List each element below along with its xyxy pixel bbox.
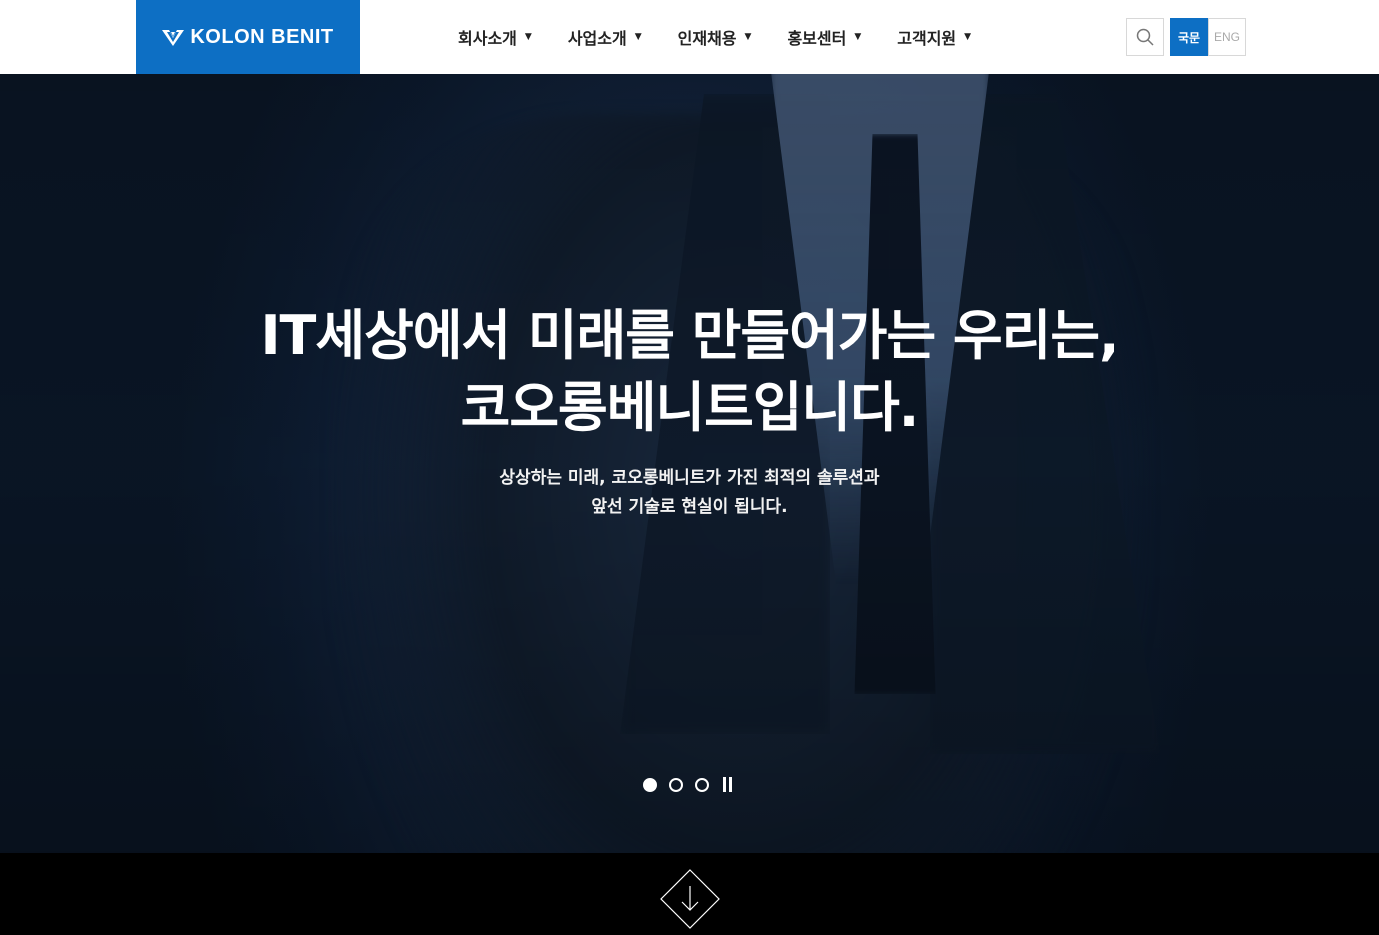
nav-item-business[interactable]: 사업소개 ▼ <box>550 0 660 74</box>
nav-item-label: 고객지원 <box>897 29 957 48</box>
scroll-down-button[interactable] <box>660 869 720 929</box>
caret-down-icon: ▼ <box>964 32 972 42</box>
hero-title-line1: IT세상에서 미래를 만들어가는 우리는, <box>260 304 1119 367</box>
logo-text: KOLON BENIT <box>190 25 334 48</box>
bottom-bar <box>0 853 1379 935</box>
site-header: KOLON BENIT 회사소개 ▼ 사업소개 ▼ 인재채용 ▼ 홍보센터 ▼ … <box>0 0 1379 74</box>
nav-item-recruit[interactable]: 인재채용 ▼ <box>660 0 770 74</box>
hero-subtitle-line1: 상상하는 미래, 코오롱베니트가 가진 최적의 솔루션과 <box>499 468 880 488</box>
slide-dot-1[interactable] <box>643 777 657 792</box>
search-icon <box>1136 28 1154 46</box>
logo[interactable]: KOLON BENIT <box>136 0 360 74</box>
language-switcher: 국문 ENG <box>1170 18 1246 56</box>
search-button[interactable] <box>1126 18 1164 56</box>
caret-down-icon: ▼ <box>744 32 752 42</box>
hero-subtitle-line2: 앞선 기술로 현실이 됩니다. <box>591 497 788 517</box>
hero-banner: IT세상에서 미래를 만들어가는 우리는, 코오롱베니트입니다. 상상하는 미래… <box>0 74 1379 853</box>
kolon-logo-icon <box>162 30 185 46</box>
caret-down-icon: ▼ <box>524 32 532 42</box>
nav-item-company[interactable]: 회사소개 ▼ <box>440 0 550 74</box>
main-nav: 회사소개 ▼ 사업소개 ▼ 인재채용 ▼ 홍보센터 ▼ 고객지원 ▼ <box>440 0 989 74</box>
lang-english-button[interactable]: ENG <box>1208 18 1246 56</box>
pause-icon[interactable] <box>723 777 732 792</box>
slide-pager <box>643 777 732 792</box>
caret-down-icon: ▼ <box>634 32 642 42</box>
caret-down-icon: ▼ <box>854 32 862 42</box>
nav-item-pr[interactable]: 홍보센터 ▼ <box>769 0 879 74</box>
nav-item-support[interactable]: 고객지원 ▼ <box>879 0 989 74</box>
slide-dot-2[interactable] <box>669 777 683 792</box>
nav-item-label: 인재채용 <box>677 29 737 48</box>
nav-item-label: 홍보센터 <box>787 29 847 48</box>
hero-title-line2: 코오롱베니트입니다. <box>460 376 920 439</box>
nav-item-label: 회사소개 <box>458 29 517 48</box>
lang-korean-button[interactable]: 국문 <box>1170 18 1208 56</box>
nav-item-label: 사업소개 <box>567 29 627 48</box>
slide-dot-3[interactable] <box>695 777 709 792</box>
